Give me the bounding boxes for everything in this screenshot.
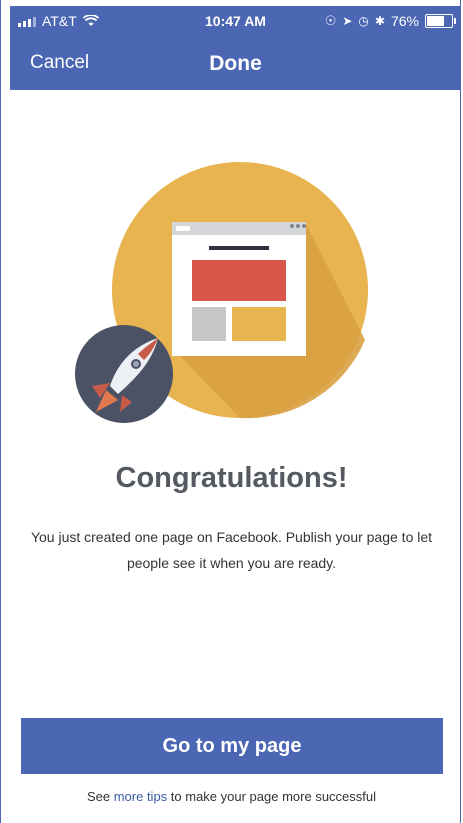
tips-suffix: to make your page more successful bbox=[167, 789, 377, 804]
status-right: ☉ ➤ ◷ ✱ 76% bbox=[324, 13, 456, 29]
bluetooth-icon: ✱ bbox=[374, 14, 385, 28]
battery-percent: 76% bbox=[390, 13, 419, 29]
congrats-message: You just created one page on Facebook. P… bbox=[30, 529, 433, 571]
congrats-illustration bbox=[75, 162, 368, 423]
battery-icon bbox=[425, 14, 456, 28]
rocket-icon bbox=[75, 325, 173, 423]
screen-lock-icon: ☉ bbox=[324, 13, 337, 28]
go-to-my-page-button[interactable]: Go to my page bbox=[21, 718, 443, 774]
congrats-title: Congratulations! bbox=[115, 462, 348, 494]
location-icon: ➤ bbox=[342, 14, 353, 28]
status-bar: AT&T 10:47 AM ☉ ➤ ◷ ✱ 76% bbox=[10, 6, 461, 36]
tips-prefix: See bbox=[86, 789, 114, 804]
more-tips-link[interactable]: more tips bbox=[114, 789, 167, 804]
top-bar: AT&T 10:47 AM ☉ ➤ ◷ ✱ 76% Cancel Done bbox=[10, 6, 461, 90]
nav-bar: Cancel Done bbox=[10, 44, 461, 90]
tips-text: See more tips to make your page more suc… bbox=[0, 789, 463, 804]
alarm-icon: ◷ bbox=[358, 14, 369, 28]
done-button[interactable]: Done bbox=[10, 52, 461, 76]
